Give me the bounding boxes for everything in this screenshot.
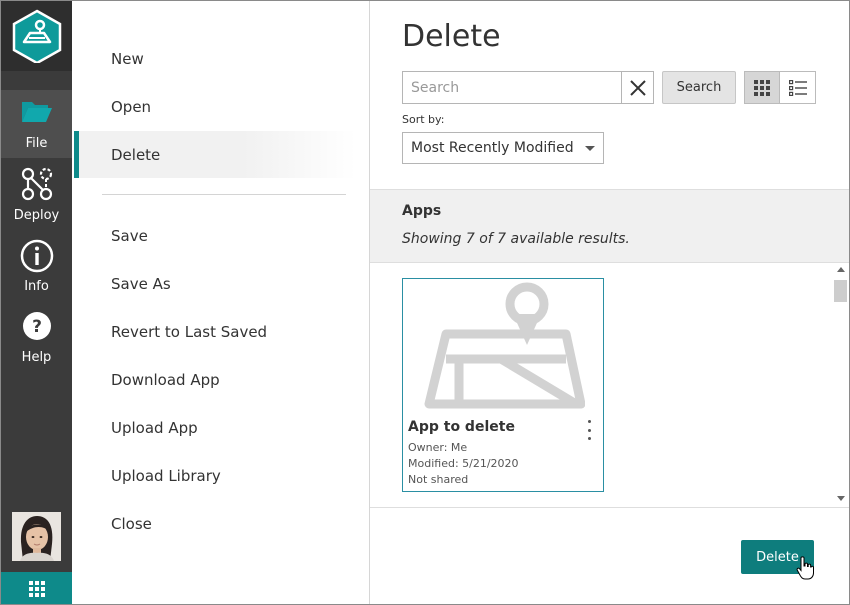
rail-item-file[interactable]: File	[1, 90, 72, 158]
user-avatar[interactable]	[12, 512, 61, 561]
page-title: Delete	[402, 19, 501, 54]
menu-item-open[interactable]: Open	[111, 98, 151, 116]
menu-divider	[102, 194, 346, 195]
app-card-sharing: Not shared	[408, 473, 469, 486]
results-heading: Apps	[402, 203, 442, 219]
close-icon	[630, 79, 646, 96]
rail-label-deploy: Deploy	[13, 208, 60, 223]
menu-selection-bar	[74, 131, 79, 178]
menu-item-upload-app[interactable]: Upload App	[111, 419, 198, 437]
rail-label-info: Info	[24, 279, 49, 294]
list-view-icon	[788, 79, 807, 96]
app-card-owner: Owner: Me	[408, 441, 468, 454]
rail-item-info[interactable]: Info	[1, 234, 72, 302]
rail-item-deploy[interactable]: Deploy	[1, 162, 72, 230]
left-rail: File Deploy Info ? Help	[1, 1, 72, 604]
menu-item-upload-library[interactable]: Upload Library	[111, 467, 221, 485]
menu-item-download-app[interactable]: Download App	[111, 371, 220, 389]
search-button[interactable]: Search	[662, 71, 736, 104]
rail-item-help[interactable]: ? Help	[1, 305, 72, 373]
app-logo	[1, 1, 72, 71]
menu-item-save[interactable]: Save	[111, 227, 148, 245]
sort-dropdown[interactable]: Most Recently Modified	[402, 132, 604, 164]
menu-item-delete[interactable]: Delete	[111, 146, 160, 164]
app-window: File Deploy Info ? Help New Open Delete …	[0, 0, 850, 605]
chevron-down-icon	[585, 146, 595, 151]
delete-panel: Delete Search Search Sort by: Most Recen…	[370, 1, 849, 604]
app-card-title: App to delete	[408, 419, 515, 435]
app-card[interactable]: App to delete Owner: Me Modified: 5/21/2…	[402, 278, 604, 492]
rail-label-file: File	[25, 136, 48, 151]
scroll-thumb[interactable]	[834, 280, 847, 302]
search-input[interactable]	[403, 72, 621, 103]
more-options-icon[interactable]	[583, 420, 595, 440]
help-icon: ?	[22, 312, 51, 340]
menu-item-save-as[interactable]: Save As	[111, 275, 171, 293]
deploy-icon	[21, 167, 52, 201]
folder-icon	[21, 102, 52, 122]
grid-view-icon	[754, 79, 770, 96]
map-placeholder-icon	[424, 282, 585, 409]
menu-item-new[interactable]: New	[111, 50, 144, 68]
svg-text:?: ?	[32, 317, 42, 337]
hand-cursor-icon	[796, 556, 814, 580]
clear-search-button[interactable]	[621, 72, 654, 103]
file-menu: New Open Delete Save Save As Revert to L…	[72, 1, 370, 604]
scroll-down-arrow-icon[interactable]	[837, 496, 845, 501]
search-box	[402, 71, 654, 104]
results-count: Showing 7 of 7 available results.	[402, 231, 630, 247]
scroll-up-arrow-icon[interactable]	[837, 267, 845, 272]
info-icon	[20, 239, 53, 273]
results-scrollbar[interactable]	[833, 263, 849, 508]
app-card-modified: Modified: 5/21/2020	[408, 457, 519, 470]
results-header: Apps Showing 7 of 7 available results.	[370, 189, 849, 263]
rail-label-help: Help	[21, 350, 52, 365]
grid-view-toggle[interactable]	[744, 71, 780, 104]
sort-value: Most Recently Modified	[411, 140, 574, 156]
map-logo-icon	[12, 9, 62, 63]
avatar-photo	[12, 512, 61, 561]
app-grid-icon	[28, 581, 45, 597]
menu-item-close[interactable]: Close	[111, 515, 152, 533]
results-list: App to delete Owner: Me Modified: 5/21/2…	[370, 263, 849, 508]
list-view-toggle[interactable]	[780, 71, 816, 104]
menu-item-revert[interactable]: Revert to Last Saved	[111, 323, 267, 341]
apps-launcher[interactable]	[1, 572, 72, 604]
sort-label: Sort by:	[402, 113, 445, 126]
